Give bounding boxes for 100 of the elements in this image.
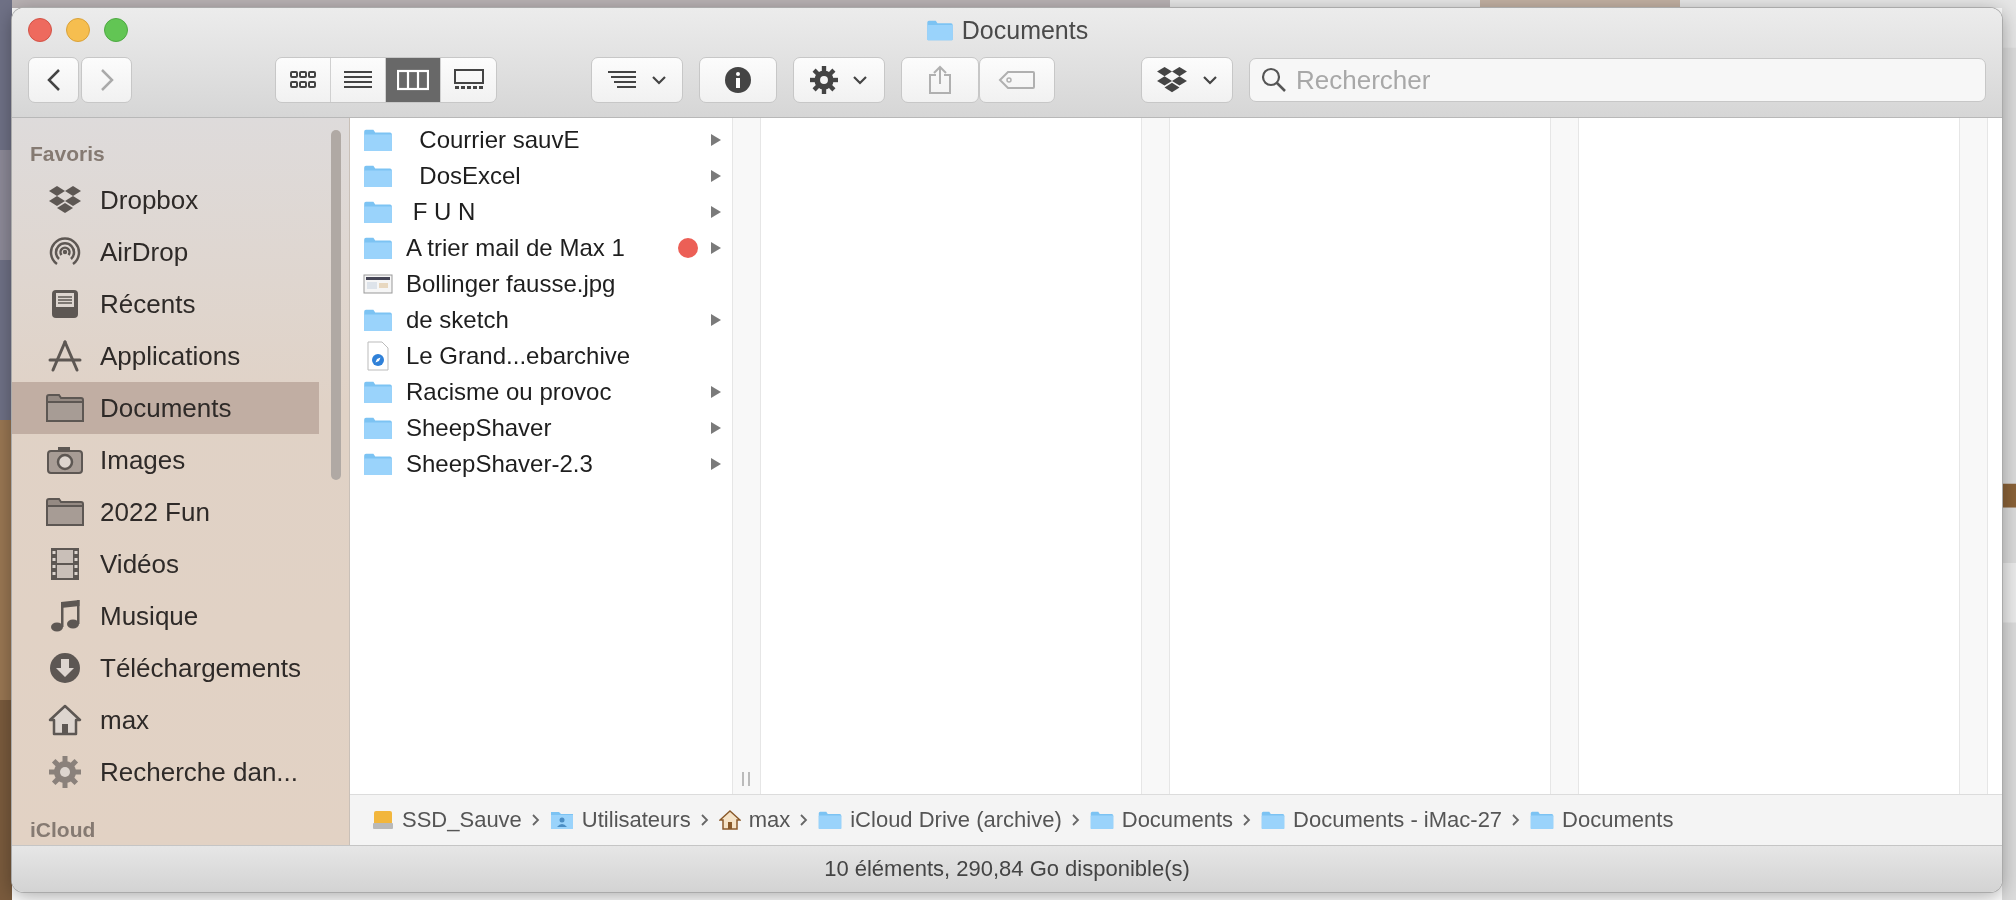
file-row[interactable]: DosExcel [350,158,732,194]
disclosure-arrow-icon [710,169,722,183]
app-store-icon [48,340,82,372]
file-name: SheepShaver-2.3 [406,450,593,478]
share-button[interactable] [901,57,979,103]
chevron-right-icon [700,814,709,826]
disclosure-arrow-icon [710,457,722,471]
file-name: Le Grand...ebarchive [406,342,631,370]
gear-icon [49,756,81,788]
back-button[interactable] [28,57,79,103]
search-field[interactable]: Rechercher [1249,58,1986,102]
house-icon [48,704,82,736]
arrange-list-icon [607,70,637,90]
sidebar-item[interactable]: Applications [12,330,319,382]
folder-icon [925,19,954,41]
disclosure-arrow-icon [710,421,722,435]
zoom-button[interactable] [104,18,128,42]
file-row[interactable]: Racisme ou provoc [350,374,732,410]
view-mode-tab[interactable] [386,58,441,102]
arrange-button[interactable] [591,57,683,103]
folder-icon [363,452,393,476]
file-row[interactable]: Courrier sauvE [350,122,732,158]
path-item[interactable]: Documents [1089,807,1234,833]
status-text: 10 éléments, 290,84 Go disponible(s) [824,856,1190,882]
close-button[interactable] [28,18,52,42]
tag-button[interactable] [979,57,1055,103]
gallery-icon [452,69,485,91]
file-row[interactable]: Le Grand...ebarchive [350,338,732,374]
tag-icon [998,70,1036,90]
download-icon [49,652,81,684]
view-mode-tab[interactable] [441,58,496,102]
file-name: F U N [411,198,476,226]
action-button[interactable] [793,57,885,103]
folder-icon [1089,810,1114,830]
gear-icon [810,66,838,94]
sidebar-item[interactable]: AirDrop [12,226,319,278]
sidebar-item[interactable]: Documents [12,382,319,434]
folder-icon [363,164,393,188]
sidebar-item[interactable]: Téléchargements [12,642,319,694]
info-icon [724,66,752,94]
scrollbar[interactable] [331,130,341,480]
view-mode-tab[interactable] [276,58,331,102]
user-folder-icon [549,810,574,830]
disclosure-arrow-icon [710,313,722,327]
chevron-down-icon [852,75,868,85]
info-button[interactable] [699,57,777,103]
file-row[interactable]: SheepShaver [350,410,732,446]
chevron-right-icon [1512,814,1521,826]
folder-icon [1530,810,1555,830]
path-item[interactable]: Documents [1530,807,1674,833]
path-item[interactable]: iCloud Drive (archive) [818,807,1062,833]
minimize-button[interactable] [66,18,90,42]
sidebar-item[interactable]: 2022 Fun [12,486,319,538]
file-name: de sketch [406,306,509,334]
file-row[interactable]: SheepShaver-2.3 [350,446,732,482]
folder-icon [363,236,393,260]
file-name: SheepShaver [406,414,552,442]
film-strip-icon [50,547,80,581]
disclosure-arrow-icon [710,241,722,255]
sidebar-item[interactable]: Recherche dan... [12,746,319,798]
path-item[interactable]: SSD_Sauve [372,807,522,833]
sidebar-item[interactable]: Musique [12,590,319,642]
window-title: Documents [961,15,1089,45]
file-row[interactable]: F U N [350,194,732,230]
view-mode-tab[interactable] [331,58,386,102]
disclosure-arrow-icon [710,133,722,147]
chevron-left-icon [46,68,61,92]
file-name: Racisme ou provoc [406,378,612,406]
sidebar-item[interactable]: Dropbox [12,174,319,226]
file-row[interactable]: de sketch [350,302,732,338]
folder-icon [818,810,843,830]
disclosure-arrow-icon [710,385,722,399]
folder-icon [363,380,393,404]
sidebar-item[interactable]: Vidéos [12,538,319,590]
folder-icon [46,498,84,526]
dropbox-icon [48,185,82,215]
folder-icon [363,308,393,332]
file-row[interactable]: A trier mail de Max 1 [350,230,732,266]
file-name: Bollinger fausse.jpg [406,270,616,298]
view-mode-control[interactable] [275,57,497,103]
folder-icon [363,200,393,224]
file-name: DosExcel [418,162,521,190]
sidebar-item[interactable]: Images [12,434,319,486]
file-row[interactable]: Bollinger fausse.jpg [350,266,732,302]
share-icon [928,65,952,95]
grid-icon [289,70,317,90]
folder-icon [363,128,393,152]
sidebar-item[interactable]: Récents [12,278,319,330]
disclosure-arrow-icon [710,205,722,219]
drive-icon [372,809,394,831]
sidebar-item[interactable]: max [12,694,319,746]
chevron-right-icon [1071,814,1080,826]
path-item[interactable]: Documents - iMac-27 [1261,807,1503,833]
sidebar-heading: Favoris [29,141,106,167]
folder-icon [1261,810,1286,830]
sidebar-heading: iCloud [29,817,97,843]
path-item[interactable]: max [718,807,791,833]
folder-icon [46,394,84,422]
path-item[interactable]: Utilisateurs [549,807,691,833]
dropbox-button[interactable] [1141,57,1233,103]
